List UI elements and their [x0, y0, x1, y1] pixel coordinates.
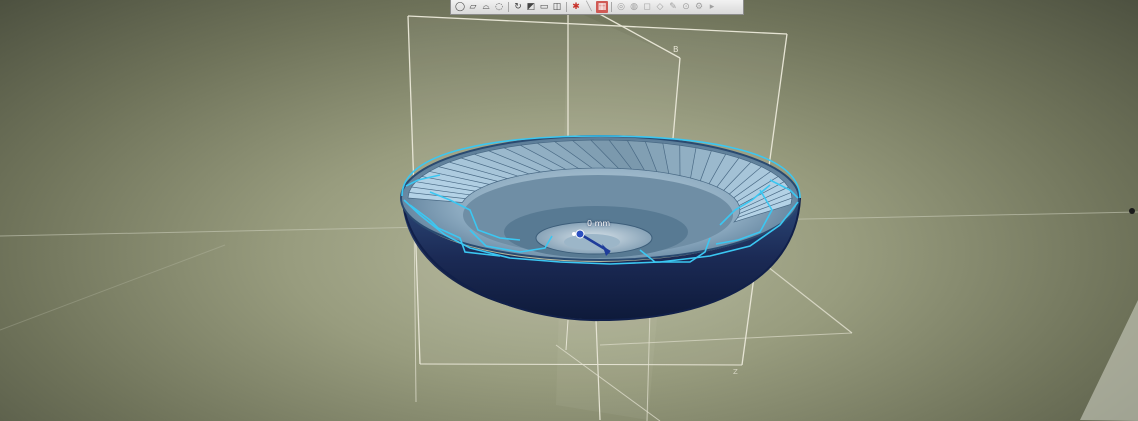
- hidden-line-icon[interactable]: ◻: [641, 1, 653, 13]
- measure-icon[interactable]: ╲: [583, 1, 595, 13]
- wireframe-icon[interactable]: ◇: [654, 1, 666, 13]
- plane-marker-label: B: [673, 45, 679, 54]
- cylinder-icon[interactable]: ⌓: [480, 1, 492, 13]
- render-mode-icon[interactable]: ◎: [615, 1, 627, 13]
- edit-icon[interactable]: ✎: [667, 1, 679, 13]
- right-edge-fade: [1080, 300, 1138, 421]
- zoom-icon[interactable]: ⊙: [680, 1, 692, 13]
- split-view-icon[interactable]: ◫: [551, 1, 563, 13]
- model-scene[interactable]: B Z: [0, 0, 1138, 421]
- toolbar-separator: [508, 2, 509, 12]
- 3d-viewport[interactable]: B Z 0 mm ◯ ▱ ⌓ ◌ ↻ ◩ ▭ ◫ ✱ ╲ ▦ ◎ ◍ ◻ ◇ ✎ ⊙ ⚙ ▸: [0, 0, 1138, 421]
- active-tool-icon[interactable]: ▦: [596, 1, 608, 13]
- lighting-icon[interactable]: ◍: [628, 1, 640, 13]
- rotate-icon[interactable]: ↻: [512, 1, 524, 13]
- highlight-icon[interactable]: ✱: [570, 1, 582, 13]
- more-icon[interactable]: ▸: [706, 1, 718, 13]
- dimension-label[interactable]: 0 mm: [587, 219, 610, 228]
- document-icon[interactable]: ▭: [538, 1, 550, 13]
- origin-marker-label: Z: [733, 368, 738, 376]
- settings-icon[interactable]: ⚙: [693, 1, 705, 13]
- view-toolbar: ◯ ▱ ⌓ ◌ ↻ ◩ ▭ ◫ ✱ ╲ ▦ ◎ ◍ ◻ ◇ ✎ ⊙ ⚙ ▸: [450, 0, 744, 15]
- origin-point[interactable]: [1129, 208, 1135, 214]
- torus-icon[interactable]: ◌: [493, 1, 505, 13]
- section-view-icon[interactable]: ◩: [525, 1, 537, 13]
- sphere-icon[interactable]: ◯: [454, 1, 466, 13]
- cube-icon[interactable]: ▱: [467, 1, 479, 13]
- toolbar-separator: [566, 2, 567, 12]
- toolbar-separator: [611, 2, 612, 12]
